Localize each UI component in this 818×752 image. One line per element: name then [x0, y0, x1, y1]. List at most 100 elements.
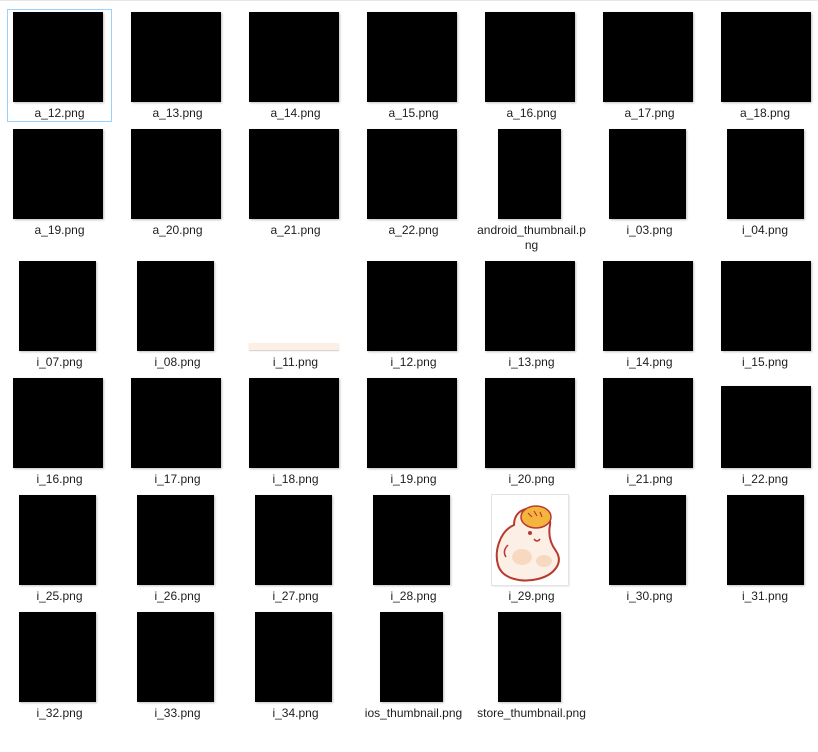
file-name: i_21.png [626, 472, 673, 486]
file-item-i-04[interactable]: i_04.png [715, 126, 815, 239]
file-item-i-15[interactable]: i_15.png [715, 258, 815, 371]
file-item-a-19[interactable]: a_19.png [7, 126, 112, 239]
thumbnail [131, 129, 221, 219]
file-item-a-21[interactable]: a_21.png [243, 126, 348, 239]
file-item-a-14[interactable]: a_14.png [243, 9, 348, 122]
file-item-i-21[interactable]: i_21.png [597, 375, 702, 488]
file-item-store-thumbnail[interactable]: store_thumbnail.png [477, 609, 586, 737]
file-item-ios-thumbnail[interactable]: ios_thumbnail.png [361, 609, 466, 737]
thumbnail [249, 378, 339, 468]
file-item-i-32[interactable]: i_32.png [7, 609, 112, 722]
thumbnail [603, 261, 693, 351]
file-name: i_28.png [390, 589, 437, 603]
file-item-a-17[interactable]: a_17.png [597, 9, 702, 122]
file-name: android_thumbnail.png [477, 223, 586, 252]
file-item-i-20[interactable]: i_20.png [479, 375, 584, 488]
top-divider [0, 0, 818, 1]
file-name: i_19.png [390, 472, 437, 486]
file-item-a-13[interactable]: a_13.png [125, 9, 230, 122]
file-name: i_20.png [508, 472, 555, 486]
file-item-android-thumbnail[interactable]: android_thumbnail.png [477, 126, 586, 254]
file-icon-view: a_12.png a_13.png a_14.png a_15.png a_16… [0, 0, 818, 752]
thumbnail [498, 612, 561, 702]
file-name: i_04.png [741, 223, 789, 237]
file-item-i-14[interactable]: i_14.png [597, 258, 702, 371]
thumbnail [373, 495, 450, 585]
thumbnail [13, 129, 103, 219]
thumbnail [13, 378, 103, 468]
thumbnail [249, 343, 339, 350]
thumbnail [255, 612, 332, 702]
file-item-i-22[interactable]: i_22.png [715, 375, 815, 488]
file-item-a-20[interactable]: a_20.png [125, 126, 230, 239]
thumbnail [249, 12, 339, 102]
file-name: i_26.png [154, 589, 201, 603]
file-name: i_30.png [626, 589, 673, 603]
file-name: i_31.png [741, 589, 789, 603]
thumbnail [367, 261, 457, 351]
file-item-i-33[interactable]: i_33.png [125, 609, 230, 722]
thumbnail [131, 378, 221, 468]
file-item-i-28[interactable]: i_28.png [361, 492, 466, 605]
file-name: i_08.png [154, 355, 201, 369]
file-item-i-27[interactable]: i_27.png [243, 492, 348, 605]
file-item-a-22[interactable]: a_22.png [361, 126, 466, 239]
file-item-i-11[interactable]: i_11.png [243, 258, 348, 371]
file-name: i_15.png [741, 355, 789, 369]
file-name: i_32.png [36, 706, 83, 720]
thumbnail [367, 12, 457, 102]
file-item-i-08[interactable]: i_08.png [125, 258, 230, 371]
file-item-a-16[interactable]: a_16.png [479, 9, 584, 122]
file-name: a_17.png [624, 106, 675, 120]
thumbnail [19, 495, 96, 585]
file-name: i_22.png [741, 472, 789, 486]
file-item-i-31[interactable]: i_31.png [715, 492, 815, 605]
thumbnail [727, 495, 804, 585]
thumbnail-character-image [492, 495, 568, 585]
thumbnail [131, 12, 221, 102]
file-item-i-17[interactable]: i_17.png [125, 375, 230, 488]
thumbnail [498, 129, 561, 219]
file-name: store_thumbnail.png [477, 706, 586, 720]
file-name: a_18.png [739, 106, 791, 120]
thumbnail [721, 12, 811, 102]
thumbnail [19, 261, 96, 351]
file-item-a-12[interactable]: a_12.png [7, 9, 112, 122]
file-item-i-19[interactable]: i_19.png [361, 375, 466, 488]
thumbnail [137, 261, 214, 351]
thumbnail [137, 612, 214, 702]
thumbnail [137, 495, 214, 585]
file-item-i-03[interactable]: i_03.png [597, 126, 702, 239]
file-item-a-18[interactable]: a_18.png [715, 9, 815, 122]
file-item-i-30[interactable]: i_30.png [597, 492, 702, 605]
file-name: a_14.png [270, 106, 321, 120]
file-item-i-13[interactable]: i_13.png [479, 258, 584, 371]
thumbnail [721, 261, 811, 351]
file-item-i-25[interactable]: i_25.png [7, 492, 112, 605]
file-name: i_25.png [36, 589, 83, 603]
file-item-i-34[interactable]: i_34.png [243, 609, 348, 722]
file-item-i-29[interactable]: i_29.png [479, 492, 584, 605]
file-name: a_21.png [270, 223, 321, 237]
file-name: a_22.png [388, 223, 439, 237]
thumbnail [367, 378, 457, 468]
thumbnail [727, 129, 804, 219]
file-name: i_18.png [272, 472, 319, 486]
file-item-i-12[interactable]: i_12.png [361, 258, 466, 371]
file-name: i_29.png [508, 589, 555, 603]
file-name: a_20.png [152, 223, 203, 237]
file-name: i_27.png [272, 589, 319, 603]
file-name: i_33.png [154, 706, 201, 720]
file-name: i_11.png [272, 355, 319, 369]
file-item-i-07[interactable]: i_07.png [7, 258, 112, 371]
thumbnail [721, 386, 811, 468]
file-item-i-16[interactable]: i_16.png [7, 375, 112, 488]
file-item-a-15[interactable]: a_15.png [361, 9, 466, 122]
thumbnail [380, 612, 443, 702]
thumbnail [249, 129, 339, 219]
file-name: i_16.png [36, 472, 83, 486]
file-item-i-18[interactable]: i_18.png [243, 375, 348, 488]
file-item-i-26[interactable]: i_26.png [125, 492, 230, 605]
thumbnail [367, 129, 457, 219]
character-illustration [495, 505, 560, 582]
